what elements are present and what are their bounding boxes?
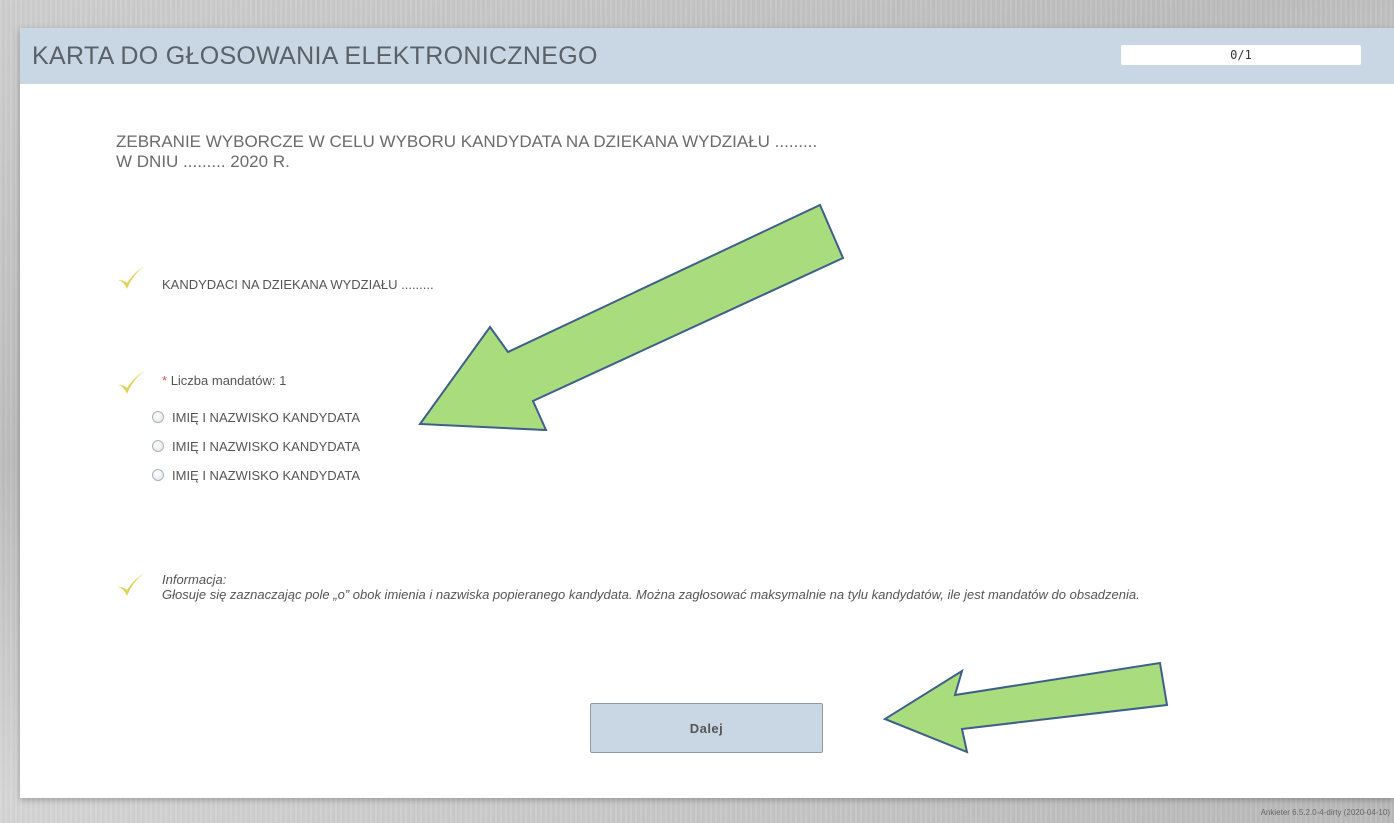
annotation-arrows <box>418 203 1169 754</box>
arrow-pointing-to-candidates <box>418 203 845 432</box>
arrow-pointing-to-next-button <box>882 661 1169 754</box>
version-footer: Ankieter 6.5.2.0-4-dirty (2020-04-10) <box>1260 808 1390 817</box>
